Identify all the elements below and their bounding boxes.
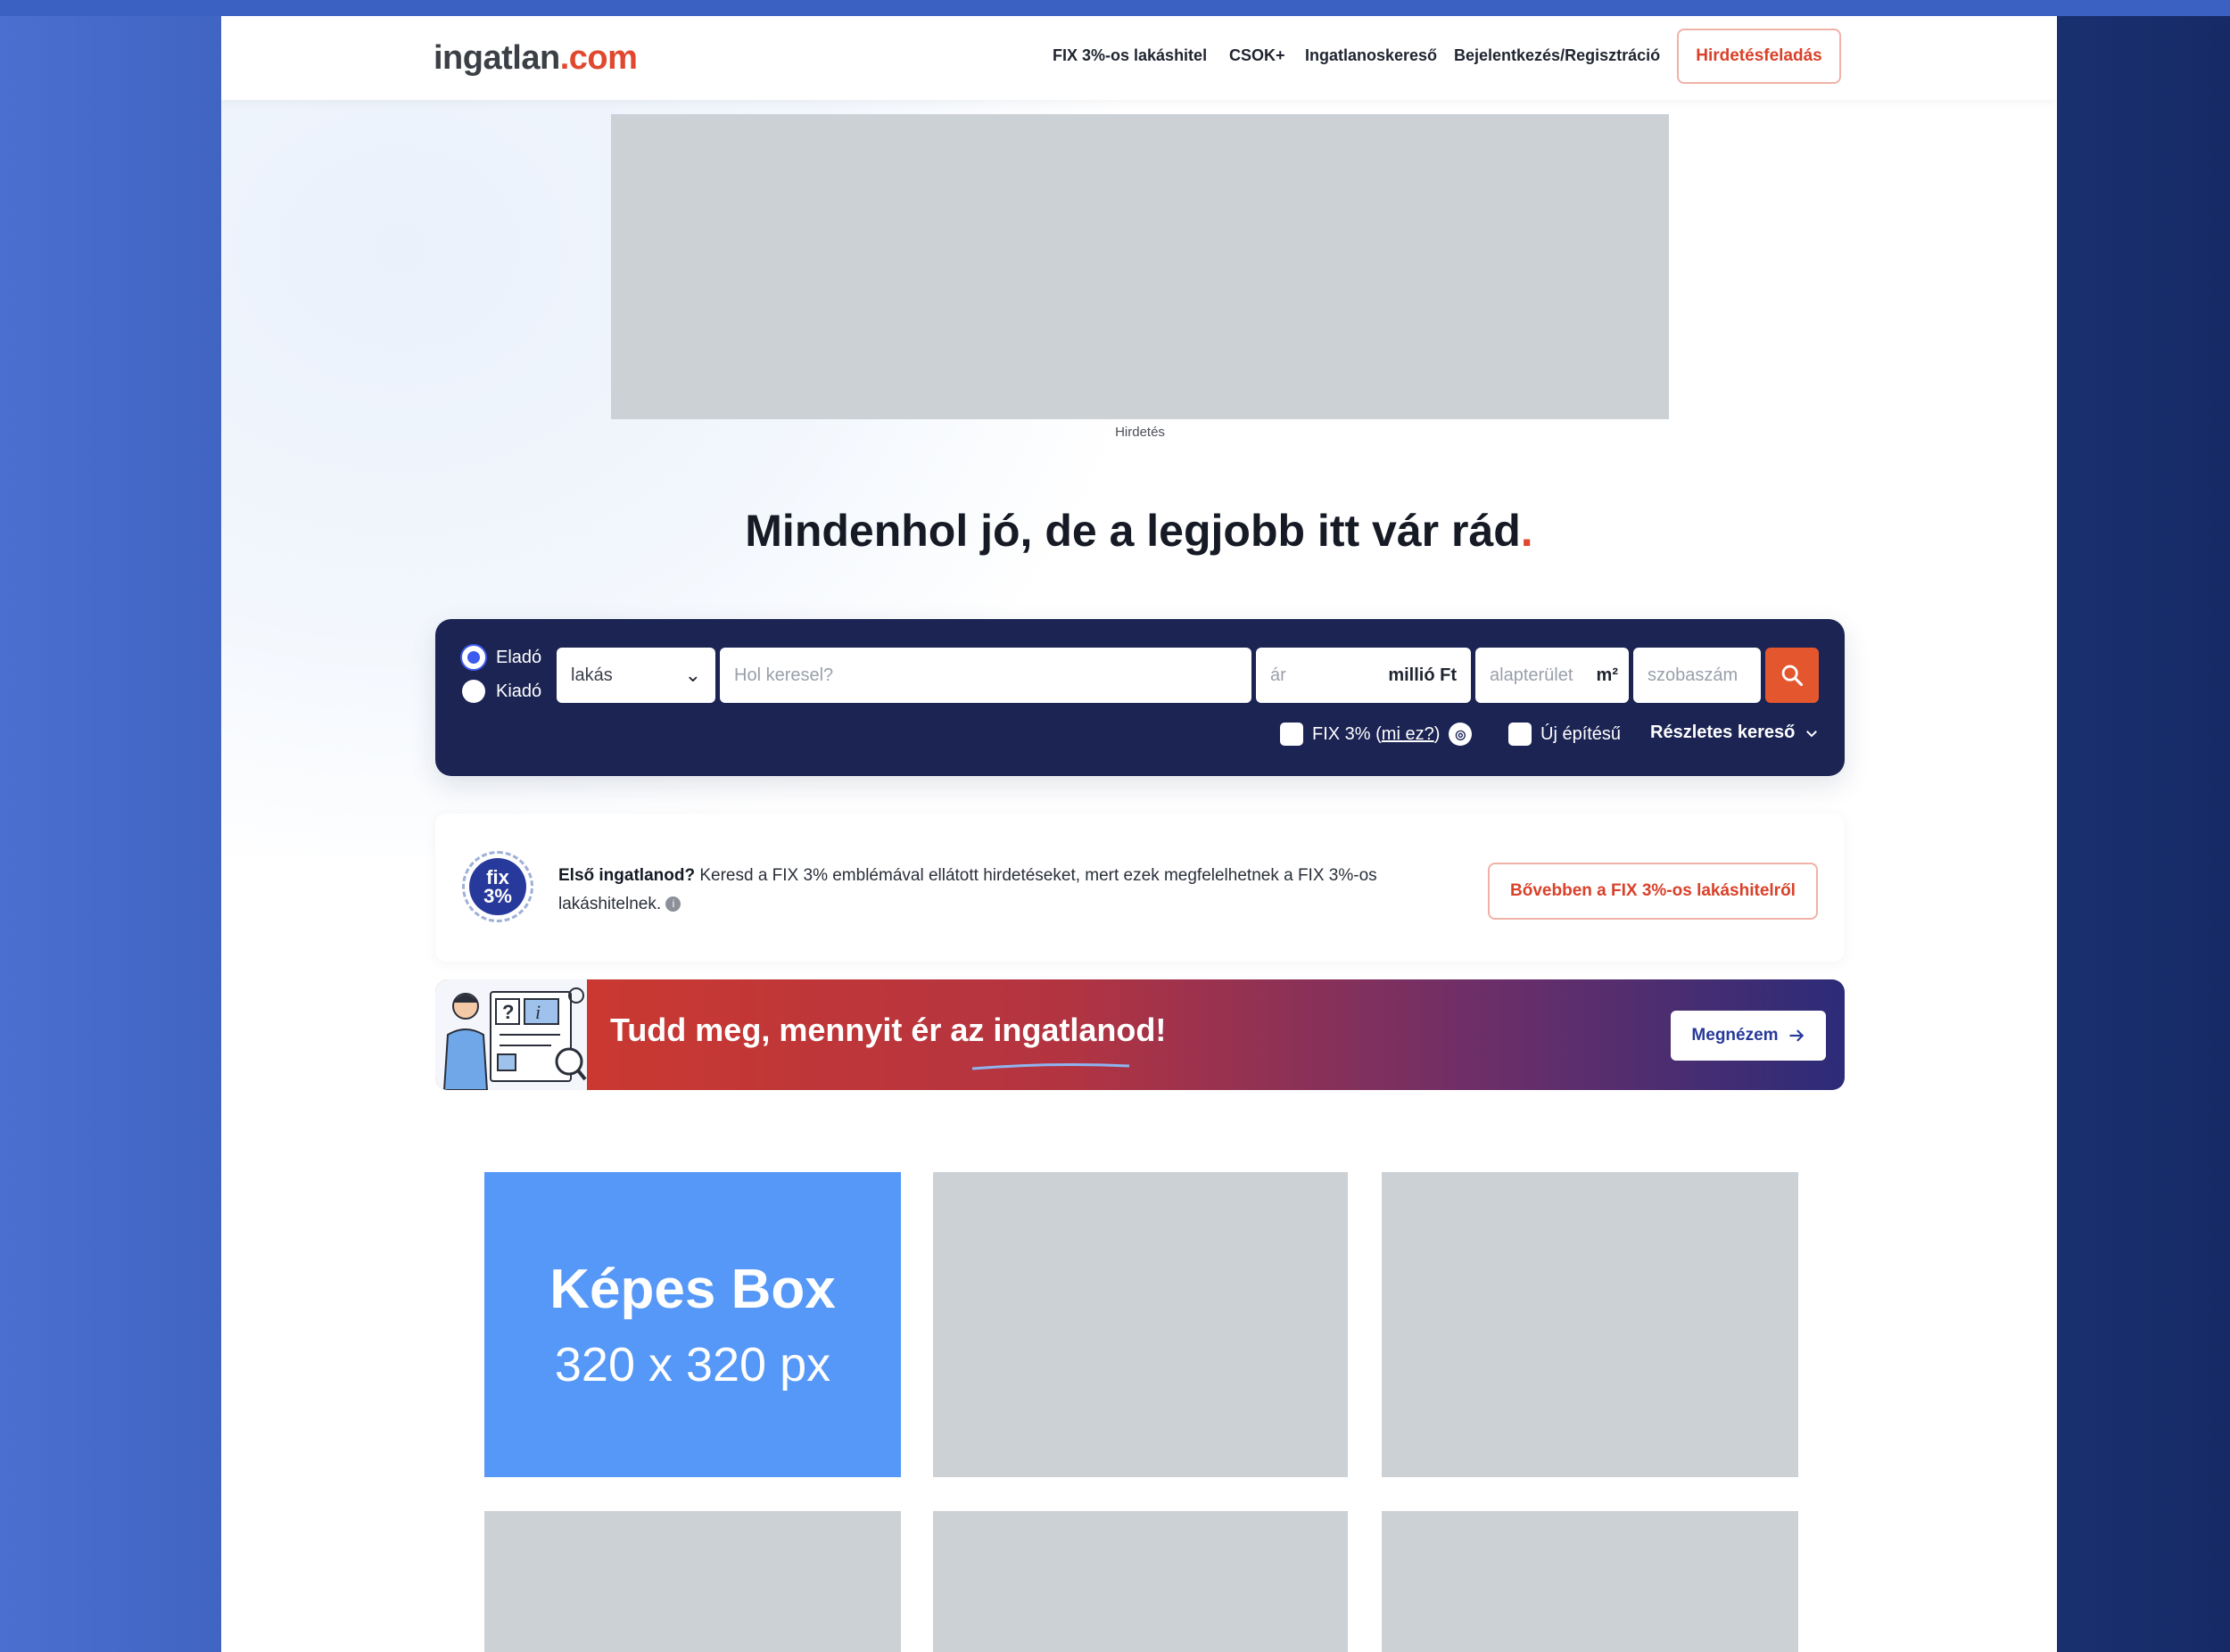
image-box-placeholder[interactable] [1382, 1172, 1798, 1477]
fix3-checkbox[interactable] [1280, 723, 1303, 746]
rooms-placeholder: szobaszám [1648, 665, 1739, 685]
what-is-this-link[interactable]: mi ez? [1382, 724, 1434, 744]
banner-title: Tudd meg, mennyit ér az ingatlanod! [610, 1012, 1167, 1048]
new-build-checkbox[interactable] [1508, 723, 1532, 746]
property-type-value: lakás [571, 665, 613, 685]
underline-swoosh-icon [971, 1063, 1130, 1070]
image-box-placeholder[interactable] [484, 1511, 901, 1652]
site-logo[interactable]: ingatlan.com [434, 39, 638, 78]
rooms-input[interactable]: szobaszám [1633, 648, 1761, 703]
search-panel: Eladó Kiadó lakás ⌄ Hol keresel? ár mill… [435, 619, 1845, 776]
area-unit: m² [1596, 665, 1618, 685]
location-input[interactable]: Hol keresel? [720, 648, 1251, 703]
info-icon[interactable]: i [665, 896, 681, 913]
price-unit: millió Ft [1388, 665, 1457, 685]
website-page: ingatlan.com FIX 3%-os lakáshitel CSOK+ … [221, 16, 2057, 1652]
fix3-globe-icon: ◎ [1449, 723, 1473, 746]
fix3-badge-icon: fix 3% [462, 851, 533, 922]
radio-for-sale-label: Eladó [496, 647, 542, 667]
site-header: ingatlan.com FIX 3%-os lakáshitel CSOK+ … [221, 16, 2057, 100]
location-placeholder: Hol keresel? [734, 665, 834, 685]
radio-selected-indicator [462, 646, 485, 669]
search-icon [1781, 665, 1804, 687]
ad-label: Hirdetés [1115, 425, 1165, 440]
fix3-label: FIX 3% (mi ez?) [1312, 723, 1441, 744]
new-build-label: Új építésű [1540, 723, 1622, 744]
fix3-info-bold: Első ingatlanod? [558, 866, 696, 885]
area-input[interactable]: alapterület m² [1475, 648, 1629, 703]
price-input[interactable]: ár millió Ft [1256, 648, 1471, 703]
nav-csok[interactable]: CSOK+ [1229, 46, 1285, 65]
top-accent-band [0, 0, 2230, 16]
detailed-search-label: Részletes kereső [1650, 723, 1796, 742]
radio-for-rent[interactable]: Kiadó [462, 680, 541, 703]
fix3-info-card: fix 3% Első ingatlanod? Keresd a FIX 3% e… [435, 814, 1845, 962]
post-ad-button[interactable]: Hirdetésfeladás [1677, 29, 1841, 84]
ad-banner-placeholder[interactable] [611, 114, 1669, 419]
banner-cta-button[interactable]: Megnézem [1671, 1011, 1826, 1061]
page-headline: Mindenhol jó, de a legjobb itt vár rád. [221, 505, 2057, 557]
search-button[interactable] [1765, 648, 1819, 703]
banner-cta-label: Megnézem [1691, 1026, 1779, 1045]
nav-fix-loan[interactable]: FIX 3%-os lakáshitel [1053, 46, 1207, 65]
image-box-placeholder[interactable] [933, 1511, 1348, 1652]
logo-domain: .com [559, 39, 638, 77]
price-placeholder: ár [1270, 665, 1286, 685]
chevron-down-icon: ⌄ [684, 664, 701, 686]
fix3-more-button[interactable]: Bővebben a FIX 3%-os lakáshitelről [1488, 863, 1818, 920]
valuation-banner[interactable]: ? i Tudd meg, mennyit ér az ingatlanod! … [435, 979, 1845, 1090]
detailed-search-toggle[interactable]: Részletes kereső [1650, 723, 1820, 743]
image-box-placeholder[interactable] [1382, 1511, 1798, 1652]
headline-text: Mindenhol jó, de a legjobb itt vár rád [745, 506, 1521, 556]
nav-login-register[interactable]: Bejelentkezés/Regisztráció [1454, 46, 1660, 65]
property-type-select[interactable]: lakás ⌄ [557, 648, 715, 703]
area-placeholder: alapterület [1490, 665, 1573, 685]
chevron-down-icon [1806, 730, 1818, 737]
image-box-placeholder[interactable] [933, 1172, 1348, 1477]
radio-unselected-indicator [462, 680, 485, 703]
nav-agent-search[interactable]: Ingatlanoskereső [1305, 46, 1437, 65]
fix3-info-text: Első ingatlanod? Keresd a FIX 3% emblémá… [558, 862, 1450, 919]
feature-box-size: 320 x 320 px [554, 1337, 831, 1392]
radio-for-rent-label: Kiadó [496, 681, 542, 701]
fix3-filter: FIX 3% (mi ez?) ◎ [1280, 723, 1473, 746]
headline-dot: . [1520, 506, 1533, 556]
feature-image-box[interactable]: Képes Box 320 x 320 px [484, 1172, 901, 1477]
svg-text:i: i [535, 1001, 541, 1023]
feature-box-title: Képes Box [549, 1258, 836, 1320]
new-build-filter: Új építésű [1508, 723, 1621, 746]
radio-for-sale[interactable]: Eladó [462, 646, 541, 669]
logo-text: ingatlan [434, 39, 560, 77]
svg-text:?: ? [502, 1001, 514, 1023]
person-document-illustration-icon: ? i [435, 979, 587, 1090]
arrow-right-icon [1789, 1029, 1804, 1042]
